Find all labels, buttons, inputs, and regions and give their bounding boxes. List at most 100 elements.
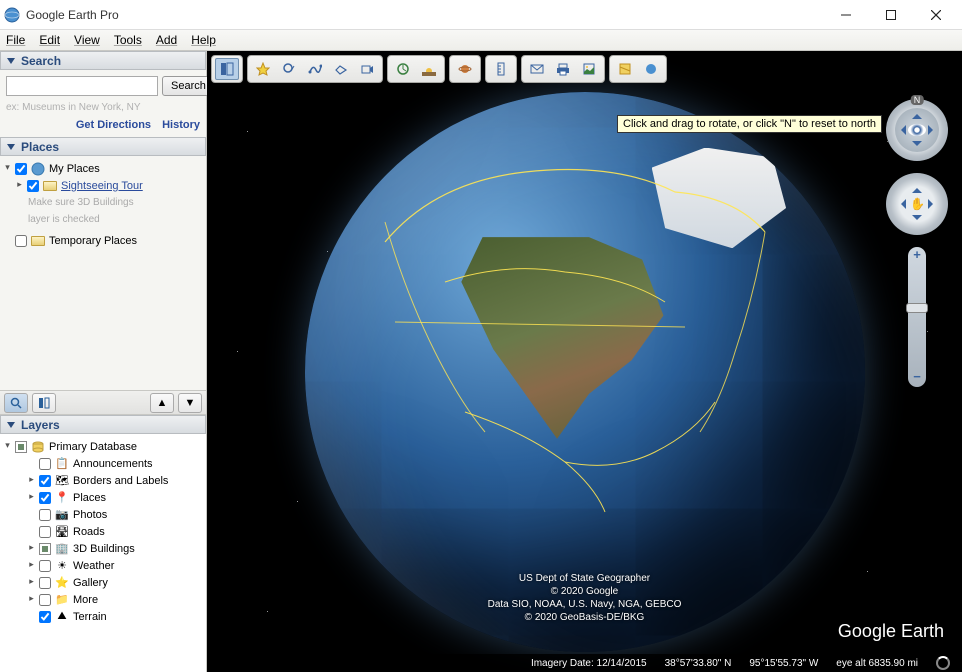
expand-icon bbox=[26, 526, 37, 537]
layer-row-terrain[interactable]: ⛰Terrain bbox=[2, 608, 204, 625]
map-viewport[interactable]: Click and drag to rotate, or click "N" t… bbox=[207, 51, 962, 672]
layer-row-weather[interactable]: ▸☀Weather bbox=[2, 557, 204, 574]
planets-button[interactable] bbox=[453, 58, 477, 80]
minimize-button[interactable] bbox=[823, 1, 868, 29]
layer-row-announcements[interactable]: 📋Announcements bbox=[2, 455, 204, 472]
menubar: File Edit View Tools Add Help bbox=[0, 30, 962, 51]
close-button[interactable] bbox=[913, 1, 958, 29]
expand-icon[interactable]: ▾ bbox=[2, 441, 13, 452]
places-search-button[interactable] bbox=[4, 393, 28, 413]
places-down-button[interactable]: ▼ bbox=[178, 393, 202, 413]
layer-checkbox[interactable] bbox=[39, 458, 51, 470]
checkbox-primary-db[interactable] bbox=[15, 441, 27, 453]
pan-up-arrow[interactable] bbox=[912, 183, 922, 193]
view-in-maps-button[interactable] bbox=[613, 58, 637, 80]
places-panel-header[interactable]: Places bbox=[0, 137, 206, 156]
layer-label: Announcements bbox=[73, 458, 153, 470]
layer-checkbox[interactable] bbox=[39, 526, 51, 538]
menu-file[interactable]: File bbox=[6, 33, 25, 47]
layer-row-borders-and-labels[interactable]: ▸🗺Borders and Labels bbox=[2, 472, 204, 489]
tree-row-my-places[interactable]: ▾ My Places bbox=[2, 160, 204, 177]
expand-icon[interactable]: ▾ bbox=[2, 163, 13, 174]
print-button[interactable] bbox=[551, 58, 575, 80]
layer-row-3d-buildings[interactable]: ▸🏢3D Buildings bbox=[2, 540, 204, 557]
layer-label: Places bbox=[73, 492, 106, 504]
zoom-slider[interactable]: + − bbox=[908, 247, 926, 387]
globe[interactable] bbox=[305, 92, 865, 652]
layer-checkbox[interactable] bbox=[39, 560, 51, 572]
record-tour-button[interactable] bbox=[355, 58, 379, 80]
menu-tools[interactable]: Tools bbox=[114, 33, 142, 47]
save-image-button[interactable] bbox=[577, 58, 601, 80]
north-indicator[interactable]: N bbox=[911, 95, 924, 105]
pan-down-arrow[interactable] bbox=[912, 215, 922, 225]
history-link[interactable]: History bbox=[162, 119, 200, 131]
layer-icon: 📷 bbox=[54, 508, 70, 522]
pan-control[interactable]: ✋ bbox=[886, 173, 948, 235]
pan-right-arrow[interactable] bbox=[928, 199, 938, 209]
sightseeing-link[interactable]: Sightseeing Tour bbox=[61, 180, 143, 192]
layers-panel-header[interactable]: Layers bbox=[0, 415, 206, 434]
zoom-thumb[interactable] bbox=[906, 303, 928, 313]
layer-checkbox[interactable] bbox=[39, 577, 51, 589]
look-compass[interactable]: N bbox=[886, 99, 948, 161]
email-button[interactable] bbox=[525, 58, 549, 80]
sign-in-button[interactable] bbox=[639, 58, 663, 80]
expand-icon[interactable]: ▸ bbox=[26, 543, 37, 554]
placemark-button[interactable] bbox=[251, 58, 275, 80]
layer-row-places[interactable]: ▸📍Places bbox=[2, 489, 204, 506]
tree-row-temp-places[interactable]: Temporary Places bbox=[2, 232, 204, 249]
window-titlebar: Google Earth Pro bbox=[0, 0, 962, 30]
checkbox-sightseeing[interactable] bbox=[27, 180, 39, 192]
look-left-arrow[interactable] bbox=[896, 125, 906, 135]
checkbox-my-places[interactable] bbox=[15, 163, 27, 175]
expand-icon[interactable]: ▸ bbox=[26, 594, 37, 605]
tree-row-sightseeing[interactable]: ▸ Sightseeing Tour bbox=[2, 177, 204, 194]
collapse-triangle-icon bbox=[7, 144, 15, 150]
places-split-button[interactable] bbox=[32, 393, 56, 413]
expand-icon[interactable]: ▸ bbox=[26, 475, 37, 486]
toggle-sidebar-button[interactable] bbox=[215, 58, 239, 80]
expand-icon[interactable]: ▸ bbox=[26, 492, 37, 503]
my-places-label: My Places bbox=[49, 163, 100, 175]
layer-row-roads[interactable]: 🛣Roads bbox=[2, 523, 204, 540]
zoom-out-button[interactable]: − bbox=[908, 369, 926, 387]
pan-left-arrow[interactable] bbox=[896, 199, 906, 209]
look-up-arrow[interactable] bbox=[912, 109, 922, 119]
layer-checkbox[interactable] bbox=[39, 543, 51, 555]
menu-edit[interactable]: Edit bbox=[39, 33, 60, 47]
layer-label: Terrain bbox=[73, 611, 107, 623]
layer-checkbox[interactable] bbox=[39, 509, 51, 521]
checkbox-temp-places[interactable] bbox=[15, 235, 27, 247]
layer-row-photos[interactable]: 📷Photos bbox=[2, 506, 204, 523]
layer-row-more[interactable]: ▸📁More bbox=[2, 591, 204, 608]
expand-icon[interactable]: ▸ bbox=[14, 180, 25, 191]
image-overlay-button[interactable] bbox=[329, 58, 353, 80]
search-input[interactable] bbox=[6, 76, 158, 96]
maximize-button[interactable] bbox=[868, 1, 913, 29]
expand-icon[interactable]: ▸ bbox=[26, 577, 37, 588]
sunlight-button[interactable] bbox=[417, 58, 441, 80]
layer-checkbox[interactable] bbox=[39, 492, 51, 504]
menu-help[interactable]: Help bbox=[191, 33, 216, 47]
menu-add[interactable]: Add bbox=[156, 33, 177, 47]
layer-row-gallery[interactable]: ▸⭐Gallery bbox=[2, 574, 204, 591]
layer-checkbox[interactable] bbox=[39, 475, 51, 487]
get-directions-link[interactable]: Get Directions bbox=[76, 119, 151, 131]
ruler-button[interactable] bbox=[489, 58, 513, 80]
look-down-arrow[interactable] bbox=[912, 141, 922, 151]
expand-icon[interactable]: ▸ bbox=[26, 560, 37, 571]
tree-row-primary-db[interactable]: ▾ Primary Database bbox=[2, 438, 204, 455]
zoom-in-button[interactable]: + bbox=[908, 247, 926, 265]
historical-imagery-button[interactable] bbox=[391, 58, 415, 80]
layer-icon: 📋 bbox=[54, 457, 70, 471]
search-panel-header[interactable]: Search bbox=[0, 51, 206, 70]
layer-checkbox[interactable] bbox=[39, 594, 51, 606]
polygon-button[interactable] bbox=[277, 58, 301, 80]
menu-view[interactable]: View bbox=[74, 33, 100, 47]
path-button[interactable] bbox=[303, 58, 327, 80]
places-up-button[interactable]: ▲ bbox=[150, 393, 174, 413]
layer-checkbox[interactable] bbox=[39, 611, 51, 623]
look-right-arrow[interactable] bbox=[928, 125, 938, 135]
google-earth-logo: Google Earth bbox=[838, 621, 944, 642]
